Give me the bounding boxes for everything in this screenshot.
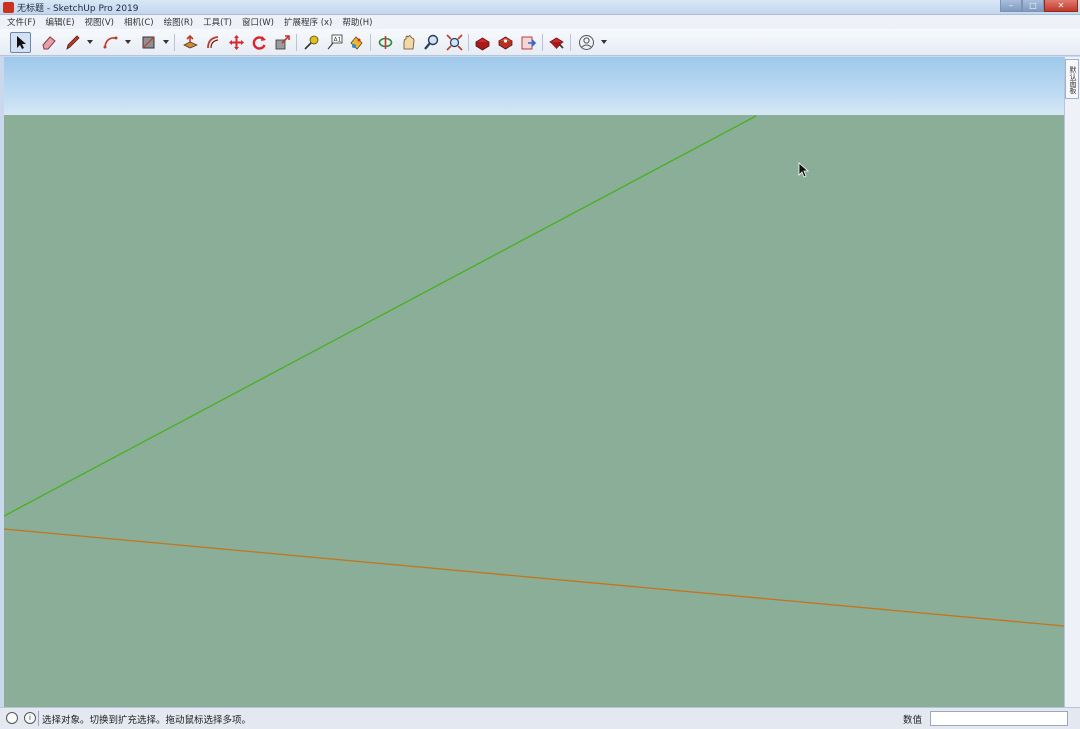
toolbar-separator bbox=[174, 34, 175, 51]
window-controls: – □ ✕ bbox=[1000, 0, 1078, 12]
extension-warehouse-icon bbox=[498, 36, 513, 50]
3d-warehouse-icon bbox=[475, 37, 490, 51]
axes-layer bbox=[4, 115, 1064, 627]
menu-window[interactable]: 窗口(W) bbox=[239, 15, 277, 29]
rotate-tool-button[interactable] bbox=[249, 32, 270, 53]
toolbar-separator bbox=[570, 34, 571, 51]
text-tool-button[interactable]: A1 bbox=[324, 32, 345, 53]
menu-camera[interactable]: 相机(C) bbox=[121, 15, 157, 29]
paint-bucket-icon bbox=[350, 36, 363, 50]
zoom-extents-tool-button[interactable] bbox=[444, 32, 465, 53]
select-arrow-icon bbox=[17, 36, 26, 49]
pencil-line-icon bbox=[66, 35, 80, 50]
user-account-button[interactable] bbox=[576, 32, 597, 53]
tray-side-strip: 默认面板 bbox=[1064, 57, 1080, 707]
orbit-tool-button[interactable] bbox=[375, 32, 396, 53]
pan-icon bbox=[403, 35, 415, 50]
zoom-extents-icon bbox=[446, 34, 463, 51]
offset-icon bbox=[207, 36, 219, 49]
extension-warehouse-button[interactable] bbox=[495, 32, 516, 53]
status-separator bbox=[38, 711, 39, 726]
arc-icon bbox=[103, 36, 118, 49]
menu-draw[interactable]: 绘图(R) bbox=[161, 15, 197, 29]
red-axis bbox=[4, 528, 1064, 627]
toolbar-separator bbox=[370, 34, 371, 51]
zoom-icon bbox=[424, 34, 439, 50]
menu-view[interactable]: 视图(V) bbox=[82, 15, 117, 29]
svg-text:A1: A1 bbox=[334, 37, 342, 44]
extension-manager-icon bbox=[549, 37, 564, 49]
menu-help[interactable]: 帮助(H) bbox=[339, 15, 375, 29]
status-bar: i 选择对象。切换到扩充选择。拖动鼠标选择多项。 数值 bbox=[0, 707, 1080, 729]
measurements-label: 数值 bbox=[903, 715, 923, 726]
minimize-button[interactable]: – bbox=[1000, 0, 1022, 12]
3d-warehouse-button[interactable] bbox=[472, 32, 493, 53]
scale-icon bbox=[275, 35, 290, 50]
close-button[interactable]: ✕ bbox=[1044, 0, 1078, 12]
rotate-icon bbox=[252, 36, 266, 50]
rectangle-shape-icon bbox=[142, 36, 155, 49]
move-icon bbox=[229, 35, 244, 50]
arc-tool-button[interactable] bbox=[100, 32, 121, 53]
extension-manager-button[interactable] bbox=[546, 32, 567, 53]
push-pull-icon bbox=[183, 34, 199, 49]
scale-tool-button[interactable] bbox=[272, 32, 293, 53]
menu-tools[interactable]: 工具(T) bbox=[200, 15, 235, 29]
toolbar-separator bbox=[542, 34, 543, 51]
title-bar: 无标题 - SketchUp Pro 2019 – □ ✕ bbox=[0, 0, 1080, 15]
line-dropdown-arrow[interactable] bbox=[87, 40, 93, 44]
tape-measure-tool-button[interactable] bbox=[301, 32, 322, 53]
send-to-layout-icon bbox=[521, 36, 537, 50]
window-title: 无标题 - SketchUp Pro 2019 bbox=[17, 4, 139, 14]
modeling-viewport[interactable] bbox=[4, 57, 1064, 707]
shape-dropdown-arrow[interactable] bbox=[163, 40, 169, 44]
zoom-tool-button[interactable] bbox=[421, 32, 442, 53]
eraser-tool-button[interactable] bbox=[38, 32, 59, 53]
account-dropdown-arrow[interactable] bbox=[601, 40, 607, 44]
default-tray-tab[interactable]: 默认面板 bbox=[1065, 59, 1079, 99]
menu-edit[interactable]: 编辑(E) bbox=[43, 15, 78, 29]
menu-extensions[interactable]: 扩展程序 (x) bbox=[281, 15, 335, 29]
sketchup-app-icon bbox=[3, 2, 14, 13]
eraser-icon bbox=[42, 36, 56, 50]
status-message: 选择对象。切换到扩充选择。拖动鼠标选择多项。 bbox=[42, 715, 252, 726]
text-icon: A1 bbox=[327, 34, 343, 50]
line-tool-button[interactable] bbox=[62, 32, 83, 53]
measurements-input[interactable] bbox=[930, 711, 1068, 726]
shape-tool-button[interactable] bbox=[138, 32, 159, 53]
offset-tool-button[interactable] bbox=[203, 32, 224, 53]
pan-tool-button[interactable] bbox=[398, 32, 419, 53]
toolbar-separator bbox=[468, 34, 469, 51]
send-to-layout-button[interactable] bbox=[518, 32, 539, 53]
push-pull-tool-button[interactable] bbox=[180, 32, 201, 53]
orbit-icon bbox=[378, 36, 393, 49]
paint-bucket-tool-button[interactable] bbox=[346, 32, 367, 53]
info-icon[interactable]: i bbox=[24, 712, 36, 724]
user-account-icon bbox=[579, 35, 594, 50]
green-axis bbox=[4, 115, 757, 517]
select-tool-button[interactable] bbox=[10, 32, 31, 53]
arc-dropdown-arrow[interactable] bbox=[125, 40, 131, 44]
geo-location-icon[interactable] bbox=[6, 712, 18, 724]
main-toolbar: A1 bbox=[0, 29, 1080, 56]
mouse-cursor-icon bbox=[798, 162, 810, 178]
menu-bar: 文件(F) 编辑(E) 视图(V) 相机(C) 绘图(R) 工具(T) 窗口(W… bbox=[0, 15, 1080, 29]
toolbar-separator bbox=[296, 34, 297, 51]
menu-file[interactable]: 文件(F) bbox=[4, 15, 39, 29]
move-tool-button[interactable] bbox=[226, 32, 247, 53]
maximize-button[interactable]: □ bbox=[1022, 0, 1044, 12]
tape-measure-icon bbox=[304, 35, 319, 50]
